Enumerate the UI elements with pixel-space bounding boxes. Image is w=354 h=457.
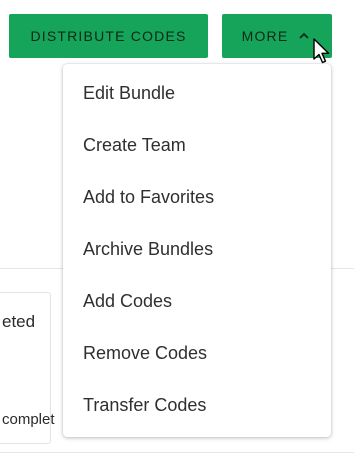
status-text: eted [2,312,36,331]
more-dropdown-menu: Edit Bundle Create Team Add to Favorites… [63,64,331,437]
menu-item-add-codes[interactable]: Add Codes [63,275,331,327]
distribute-codes-label: DISTRIBUTE CODES [30,28,187,44]
mouse-cursor-icon [312,38,332,66]
more-label: MORE [241,28,289,44]
menu-item-archive-bundles[interactable]: Archive Bundles [63,223,331,275]
menu-item-remove-codes[interactable]: Remove Codes [63,327,331,379]
menu-item-edit-bundle[interactable]: Edit Bundle [63,67,331,119]
section-divider-bottom [0,452,354,453]
chevron-up-icon [298,30,310,42]
distribute-codes-button[interactable]: DISTRIBUTE CODES [9,14,208,58]
menu-item-add-to-favorites[interactable]: Add to Favorites [63,171,331,223]
menu-item-transfer-codes[interactable]: Transfer Codes [63,379,331,431]
status-text-secondary: complet [2,411,55,428]
menu-item-create-team[interactable]: Create Team [63,119,331,171]
